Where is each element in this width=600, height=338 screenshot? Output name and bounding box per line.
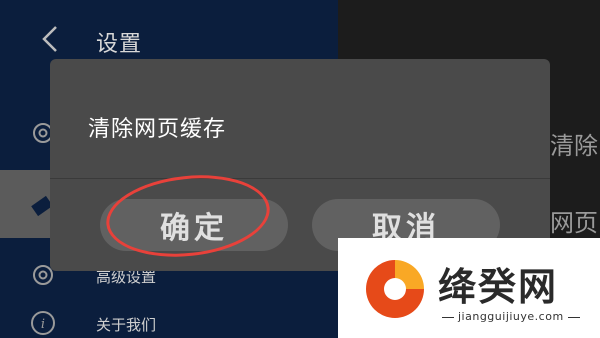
background-text-clear: 清除 xyxy=(550,132,598,160)
background-text-webpage: 网页 xyxy=(550,209,598,237)
page-title: 设置 xyxy=(96,32,143,57)
logo-icon xyxy=(366,260,424,318)
watermark-url: jiangguijiuye.com xyxy=(438,310,584,323)
watermark-url-text: jiangguijiuye.com xyxy=(458,310,564,323)
watermark: 绛癸网 jiangguijiuye.com xyxy=(338,238,600,338)
settings-row-about-label[interactable]: 关于我们 xyxy=(96,314,156,335)
svg-text:i: i xyxy=(41,317,45,332)
info-icon: i xyxy=(31,311,55,335)
watermark-name: 绛癸网 xyxy=(438,265,559,309)
back-arrow-icon[interactable] xyxy=(38,24,64,54)
dialog-title: 清除网页缓存 xyxy=(88,117,227,142)
dialog-divider xyxy=(50,178,550,179)
